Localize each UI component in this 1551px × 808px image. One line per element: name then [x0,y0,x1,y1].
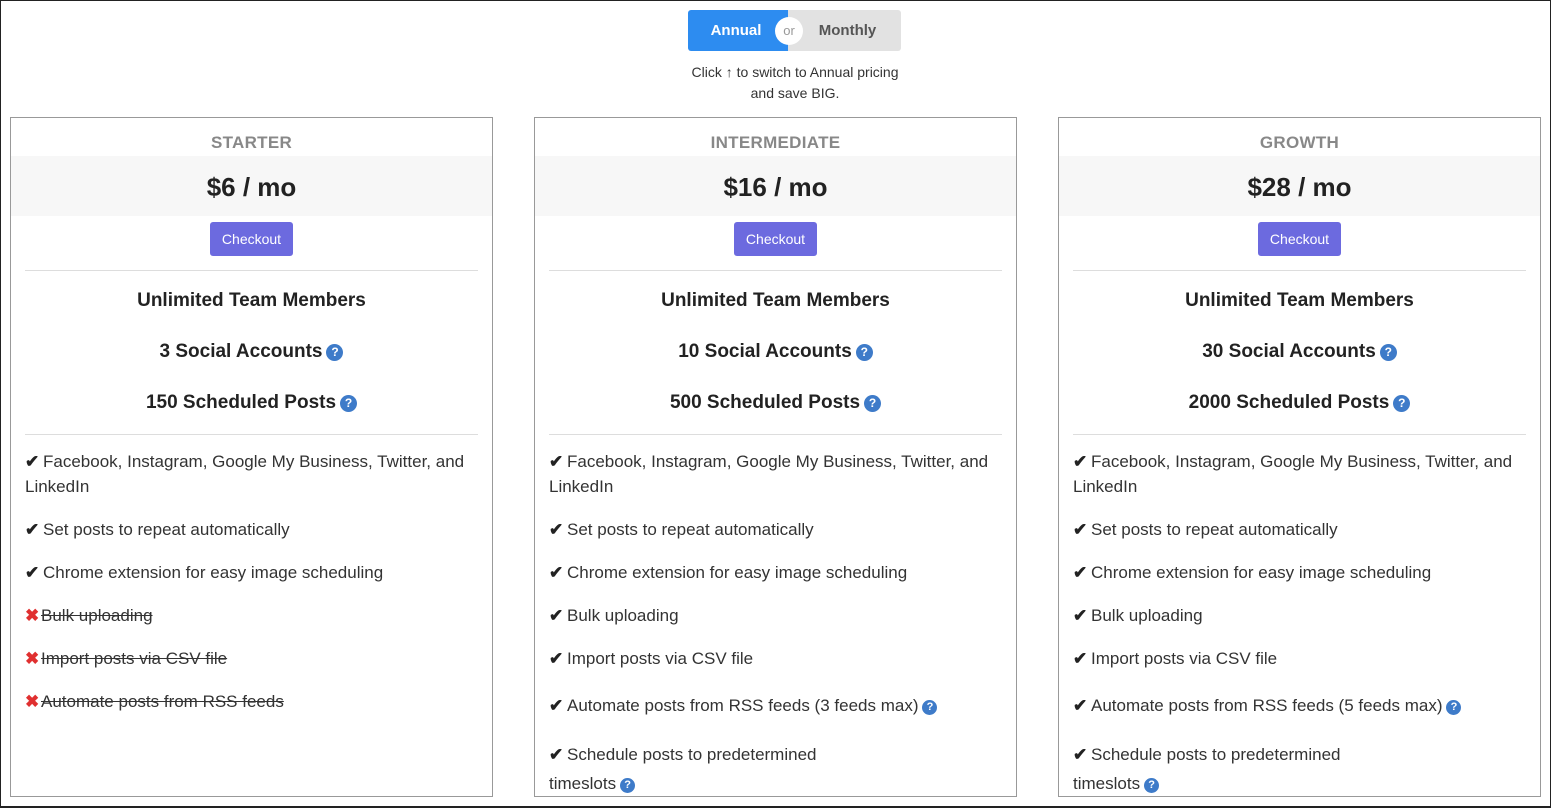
feature-item: ✔ Chrome extension for easy image schedul… [25,560,478,585]
plan-price: $6 / mo [11,156,492,216]
question-circle-icon[interactable]: ? [1144,778,1160,793]
plan-price: $16 / mo [535,156,1016,216]
plan-stats: Unlimited Team Members 3 Social Accounts… [11,271,492,434]
feature-item: ✔ Set posts to repeat automatically [25,517,478,542]
stat-scheduled-posts: 150 Scheduled Posts? [11,380,492,431]
feature-item: ✔ Import posts via CSV file [549,646,1002,671]
feature-item: ✔ Chrome extension for easy image schedul… [549,560,1002,585]
checkout-button[interactable]: Checkout [1257,222,1342,256]
stat-team-members: Unlimited Team Members [1185,290,1414,311]
check-icon: ✔ [1073,606,1088,625]
checkout-button[interactable]: Checkout [209,222,294,256]
check-icon: ✔ [25,520,40,539]
hint-click-text: Click [691,64,722,80]
feature-item: ✔ Chrome extension for easy image schedul… [1073,560,1526,585]
feature-item: ✔ Facebook, Instagram, Google My Business… [1073,449,1526,499]
check-icon: ✔ [549,696,564,715]
check-icon: ✔ [1073,520,1088,539]
plan-name: STARTER [210,133,293,152]
feature-list: ✔ Facebook, Instagram, Google My Business… [11,435,492,714]
question-circle-icon[interactable]: ? [864,395,882,412]
feature-item: ✔ Bulk uploading [549,603,1002,628]
plan-stats: Unlimited Team Members 30 Social Account… [1059,271,1540,434]
cross-icon: ✖ [25,606,40,625]
plan-price: $28 / mo [1059,156,1540,216]
stat-social-accounts: 3 Social Accounts? [11,329,492,380]
check-icon: ✔ [25,563,40,582]
check-icon: ✔ [1073,452,1088,471]
plan-name: GROWTH [1259,133,1340,152]
cross-icon: ✖ [25,692,40,711]
check-icon: ✔ [549,452,564,471]
cross-icon: ✖ [25,649,40,668]
stat-social-accounts: 10 Social Accounts? [535,329,1016,380]
feature-item: ✔ Facebook, Instagram, Google My Business… [549,449,1002,499]
hint-switch-text: to switch to Annual pricing [736,64,899,80]
question-circle-icon[interactable]: ? [340,395,358,412]
monthly-toggle-button[interactable]: Monthly [788,10,901,51]
annual-toggle-button[interactable]: Annual [688,10,788,51]
check-icon: ✔ [549,745,564,764]
question-circle-icon[interactable]: ? [1393,395,1411,412]
or-separator: or [775,17,803,45]
check-icon: ✔ [549,520,564,539]
check-icon: ✔ [549,606,564,625]
arrow-up-icon: ↑ [725,64,733,80]
question-circle-icon[interactable]: ? [1446,700,1462,715]
plan-stats: Unlimited Team Members 10 Social Account… [535,271,1016,434]
plan-card-growth: GROWTH $28 / mo Checkout Unlimited Team … [1058,117,1541,797]
feature-item: ✔ Automate posts from RSS feeds (5 feeds … [1073,693,1526,718]
stat-team-members: Unlimited Team Members [661,290,890,311]
question-circle-icon[interactable]: ? [326,344,344,361]
check-icon: ✔ [1073,745,1088,764]
check-icon: ✔ [549,649,564,668]
feature-list: ✔ Facebook, Instagram, Google My Business… [535,435,1016,798]
question-circle-icon[interactable]: ? [620,778,636,793]
feature-item: ✔ Set posts to repeat automatically [549,517,1002,542]
billing-toggle: Annual or Monthly [688,10,901,51]
feature-item-unavailable: ✖ Import posts via CSV file [25,646,478,671]
feature-item: ✔ Bulk uploading [1073,603,1526,628]
question-circle-icon[interactable]: ? [922,700,938,715]
feature-item: ✔ Schedule posts to predetermined timeslot… [1073,740,1526,798]
feature-item-unavailable: ✖ Automate posts from RSS feeds [25,689,478,714]
plan-card-intermediate: INTERMEDIATE $16 / mo Checkout Unlimited… [534,117,1017,797]
plan-name: INTERMEDIATE [710,133,841,152]
check-icon: ✔ [1073,563,1088,582]
feature-list: ✔ Facebook, Instagram, Google My Business… [1059,435,1540,798]
feature-item: ✔ Facebook, Instagram, Google My Business… [25,449,478,499]
question-circle-icon[interactable]: ? [1379,344,1397,361]
stat-social-accounts: 30 Social Accounts? [1059,329,1540,380]
question-circle-icon[interactable]: ? [855,344,873,361]
checkout-button[interactable]: Checkout [733,222,818,256]
check-icon: ✔ [549,563,564,582]
check-icon: ✔ [1073,649,1088,668]
annual-hint: Click ↑ to switch to Annual pricing and … [640,62,950,104]
feature-item: ✔ Import posts via CSV file [1073,646,1526,671]
feature-item: ✔ Schedule posts to predetermined timeslot… [549,740,1002,798]
feature-item: ✔ Set posts to repeat automatically [1073,517,1526,542]
stat-team-members: Unlimited Team Members [137,290,366,311]
check-icon: ✔ [1073,696,1088,715]
stat-scheduled-posts: 2000 Scheduled Posts? [1059,380,1540,431]
feature-item: ✔ Automate posts from RSS feeds (3 feeds … [549,693,1002,718]
hint-save-text: and save BIG. [750,85,840,101]
plan-card-starter: STARTER $6 / mo Checkout Unlimited Team … [10,117,493,797]
check-icon: ✔ [25,452,40,471]
stat-scheduled-posts: 500 Scheduled Posts? [535,380,1016,431]
feature-item-unavailable: ✖ Bulk uploading [25,603,478,628]
